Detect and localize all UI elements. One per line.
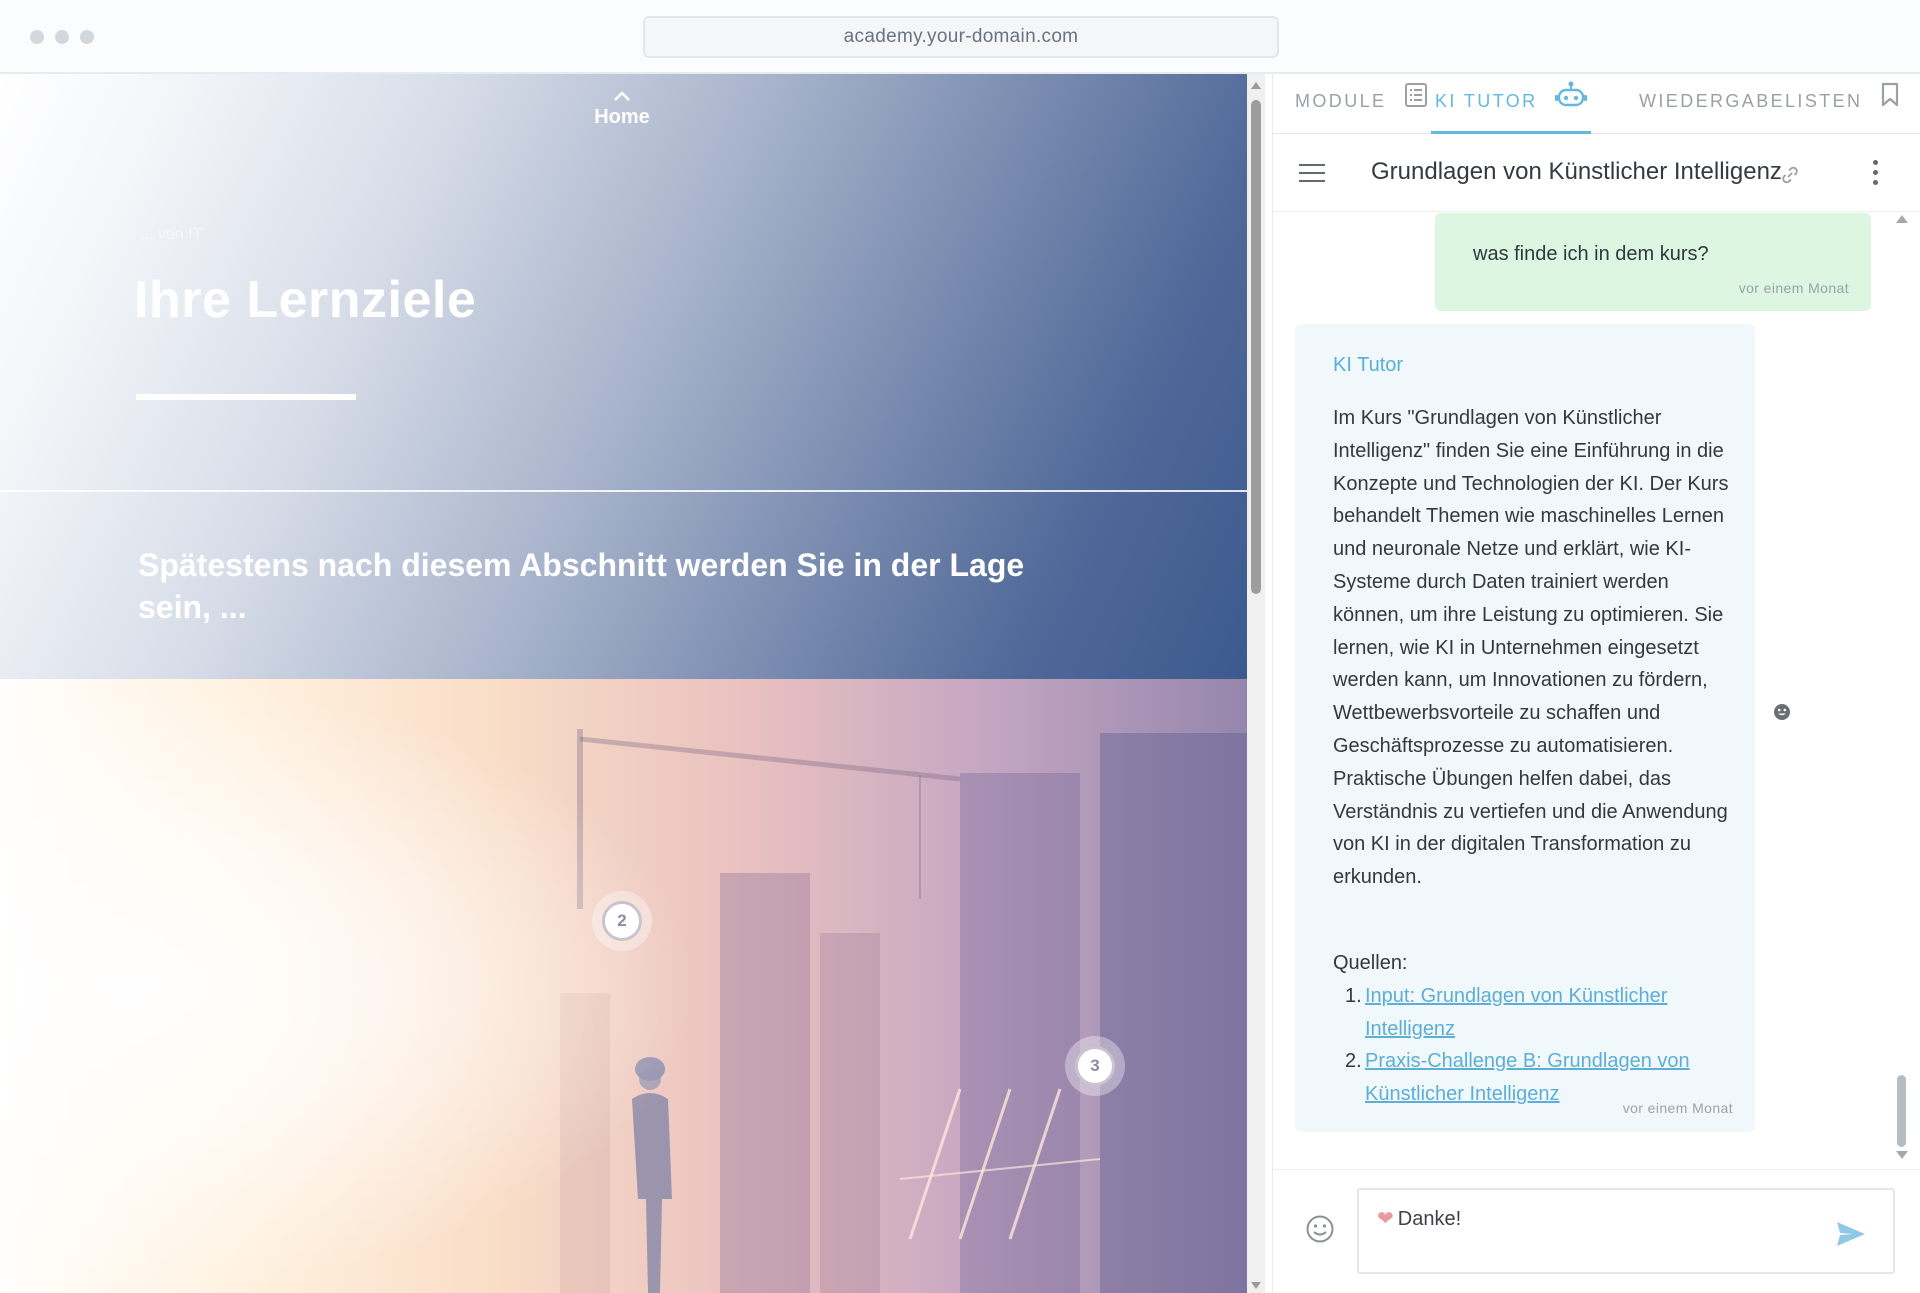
building-shape [720,873,810,1293]
chat-scrollbar[interactable] [1895,213,1909,1159]
home-link[interactable]: Home [582,90,662,129]
reaction-icon[interactable] [1773,703,1791,726]
home-label: Home [594,106,650,128]
marker-number: 2 [602,901,642,941]
scroll-up-icon[interactable] [1896,215,1908,223]
sidebar-tabs: MODULE KI TUTOR WIEDERGABELISTEN [1273,74,1920,134]
sources-label: Quellen: [1333,952,1408,974]
illustration-scene: 2 3 [0,679,1247,1293]
robot-icon [1554,75,1587,129]
hero-section: Home ... von IT Ihre Lernziele Spätesten… [0,74,1247,679]
scroll-thumb[interactable] [1251,100,1261,594]
window-dot-icon [80,30,94,44]
chevron-up-icon [582,90,662,106]
menu-icon[interactable] [1299,164,1325,182]
haze-overlay [0,679,700,1293]
chat-messages: was finde ich in dem kurs? vor einem Mon… [1273,213,1920,1159]
sources-block: Quellen: 1. Input: Grundlagen von Künstl… [1333,947,1733,1111]
message-text: Im Kurs "Grundlagen von Künstlicher Inte… [1333,407,1729,889]
bot-message: KI Tutor Im Kurs "Grundlagen von Künstli… [1295,324,1755,1132]
title-underline [136,394,356,400]
heart-icon: ❤ [1377,1208,1394,1230]
marker-number: 3 [1075,1046,1115,1086]
chat-title: Grundlagen von Künstlicher Intelligenz [1371,158,1782,185]
window-dot-icon [30,30,44,44]
tab-label: MODULE [1295,91,1387,111]
message-composer: ❤ Danke! [1273,1169,1920,1293]
address-bar[interactable]: academy.your-domain.com [643,16,1279,58]
source-number: 1. [1345,984,1362,1007]
source-item: 1. Input: Grundlagen von Künstlicher Int… [1333,980,1733,1046]
tutor-sidebar: MODULE KI TUTOR WIEDERGABELISTEN Grundla… [1272,74,1920,1293]
link-icon[interactable] [1781,166,1799,189]
message-input[interactable]: ❤ Danke! [1357,1188,1895,1274]
divider [0,490,1247,492]
window-dot-icon [55,30,69,44]
list-icon [1404,75,1428,129]
source-link[interactable]: Praxis-Challenge B: Grundlagen von Künst… [1365,1050,1690,1105]
building-shape [1100,733,1247,1293]
chat-header: Grundlagen von Künstlicher Intelligenz [1273,134,1920,212]
breadcrumb: ... von IT [140,226,203,243]
source-link[interactable]: Input: Grundlagen von Künstlicher Intell… [1365,985,1667,1040]
bookmark-icon [1880,75,1900,129]
source-number: 2. [1345,1050,1362,1073]
message-timestamp: vor einem Monat [1622,1100,1733,1116]
section-subtitle: Spätestens nach diesem Abschnitt werden … [138,547,1025,625]
send-icon[interactable] [1835,1220,1867,1253]
browser-bar: academy.your-domain.com [0,0,1920,74]
course-scrollbar[interactable] [1247,74,1265,1293]
scroll-down-icon[interactable] [1251,1282,1261,1289]
scroll-down-icon[interactable] [1896,1151,1908,1159]
building-shape [820,933,880,1293]
hotspot-marker[interactable]: 3 [1065,1036,1125,1096]
tab-ki-tutor[interactable]: KI TUTOR [1431,74,1591,134]
tab-label: WIEDERGABELISTEN [1639,91,1863,111]
bot-name: KI Tutor [1333,354,1404,376]
emoji-icon[interactable] [1305,1214,1335,1249]
hotspot-marker[interactable]: 2 [592,891,652,951]
user-message: was finde ich in dem kurs? vor einem Mon… [1435,213,1871,311]
input-value[interactable]: ❤ Danke! [1377,1206,1461,1231]
page-title: Ihre Lernziele [134,271,477,329]
input-text: Danke! [1397,1208,1462,1230]
message-text: was finde ich in dem kurs? [1473,243,1709,265]
message-timestamp: vor einem Monat [1738,280,1849,296]
scroll-up-icon[interactable] [1251,82,1261,89]
scroll-thumb[interactable] [1897,1075,1906,1147]
tab-wiedergabelisten[interactable]: WIEDERGABELISTEN [1639,74,1900,134]
tab-module[interactable]: MODULE [1295,74,1428,134]
course-content: Home ... von IT Ihre Lernziele Spätesten… [0,74,1247,1293]
scaffold-icon [900,1088,1101,1240]
more-options-icon[interactable] [1873,160,1879,190]
tab-label: KI TUTOR [1435,91,1538,111]
